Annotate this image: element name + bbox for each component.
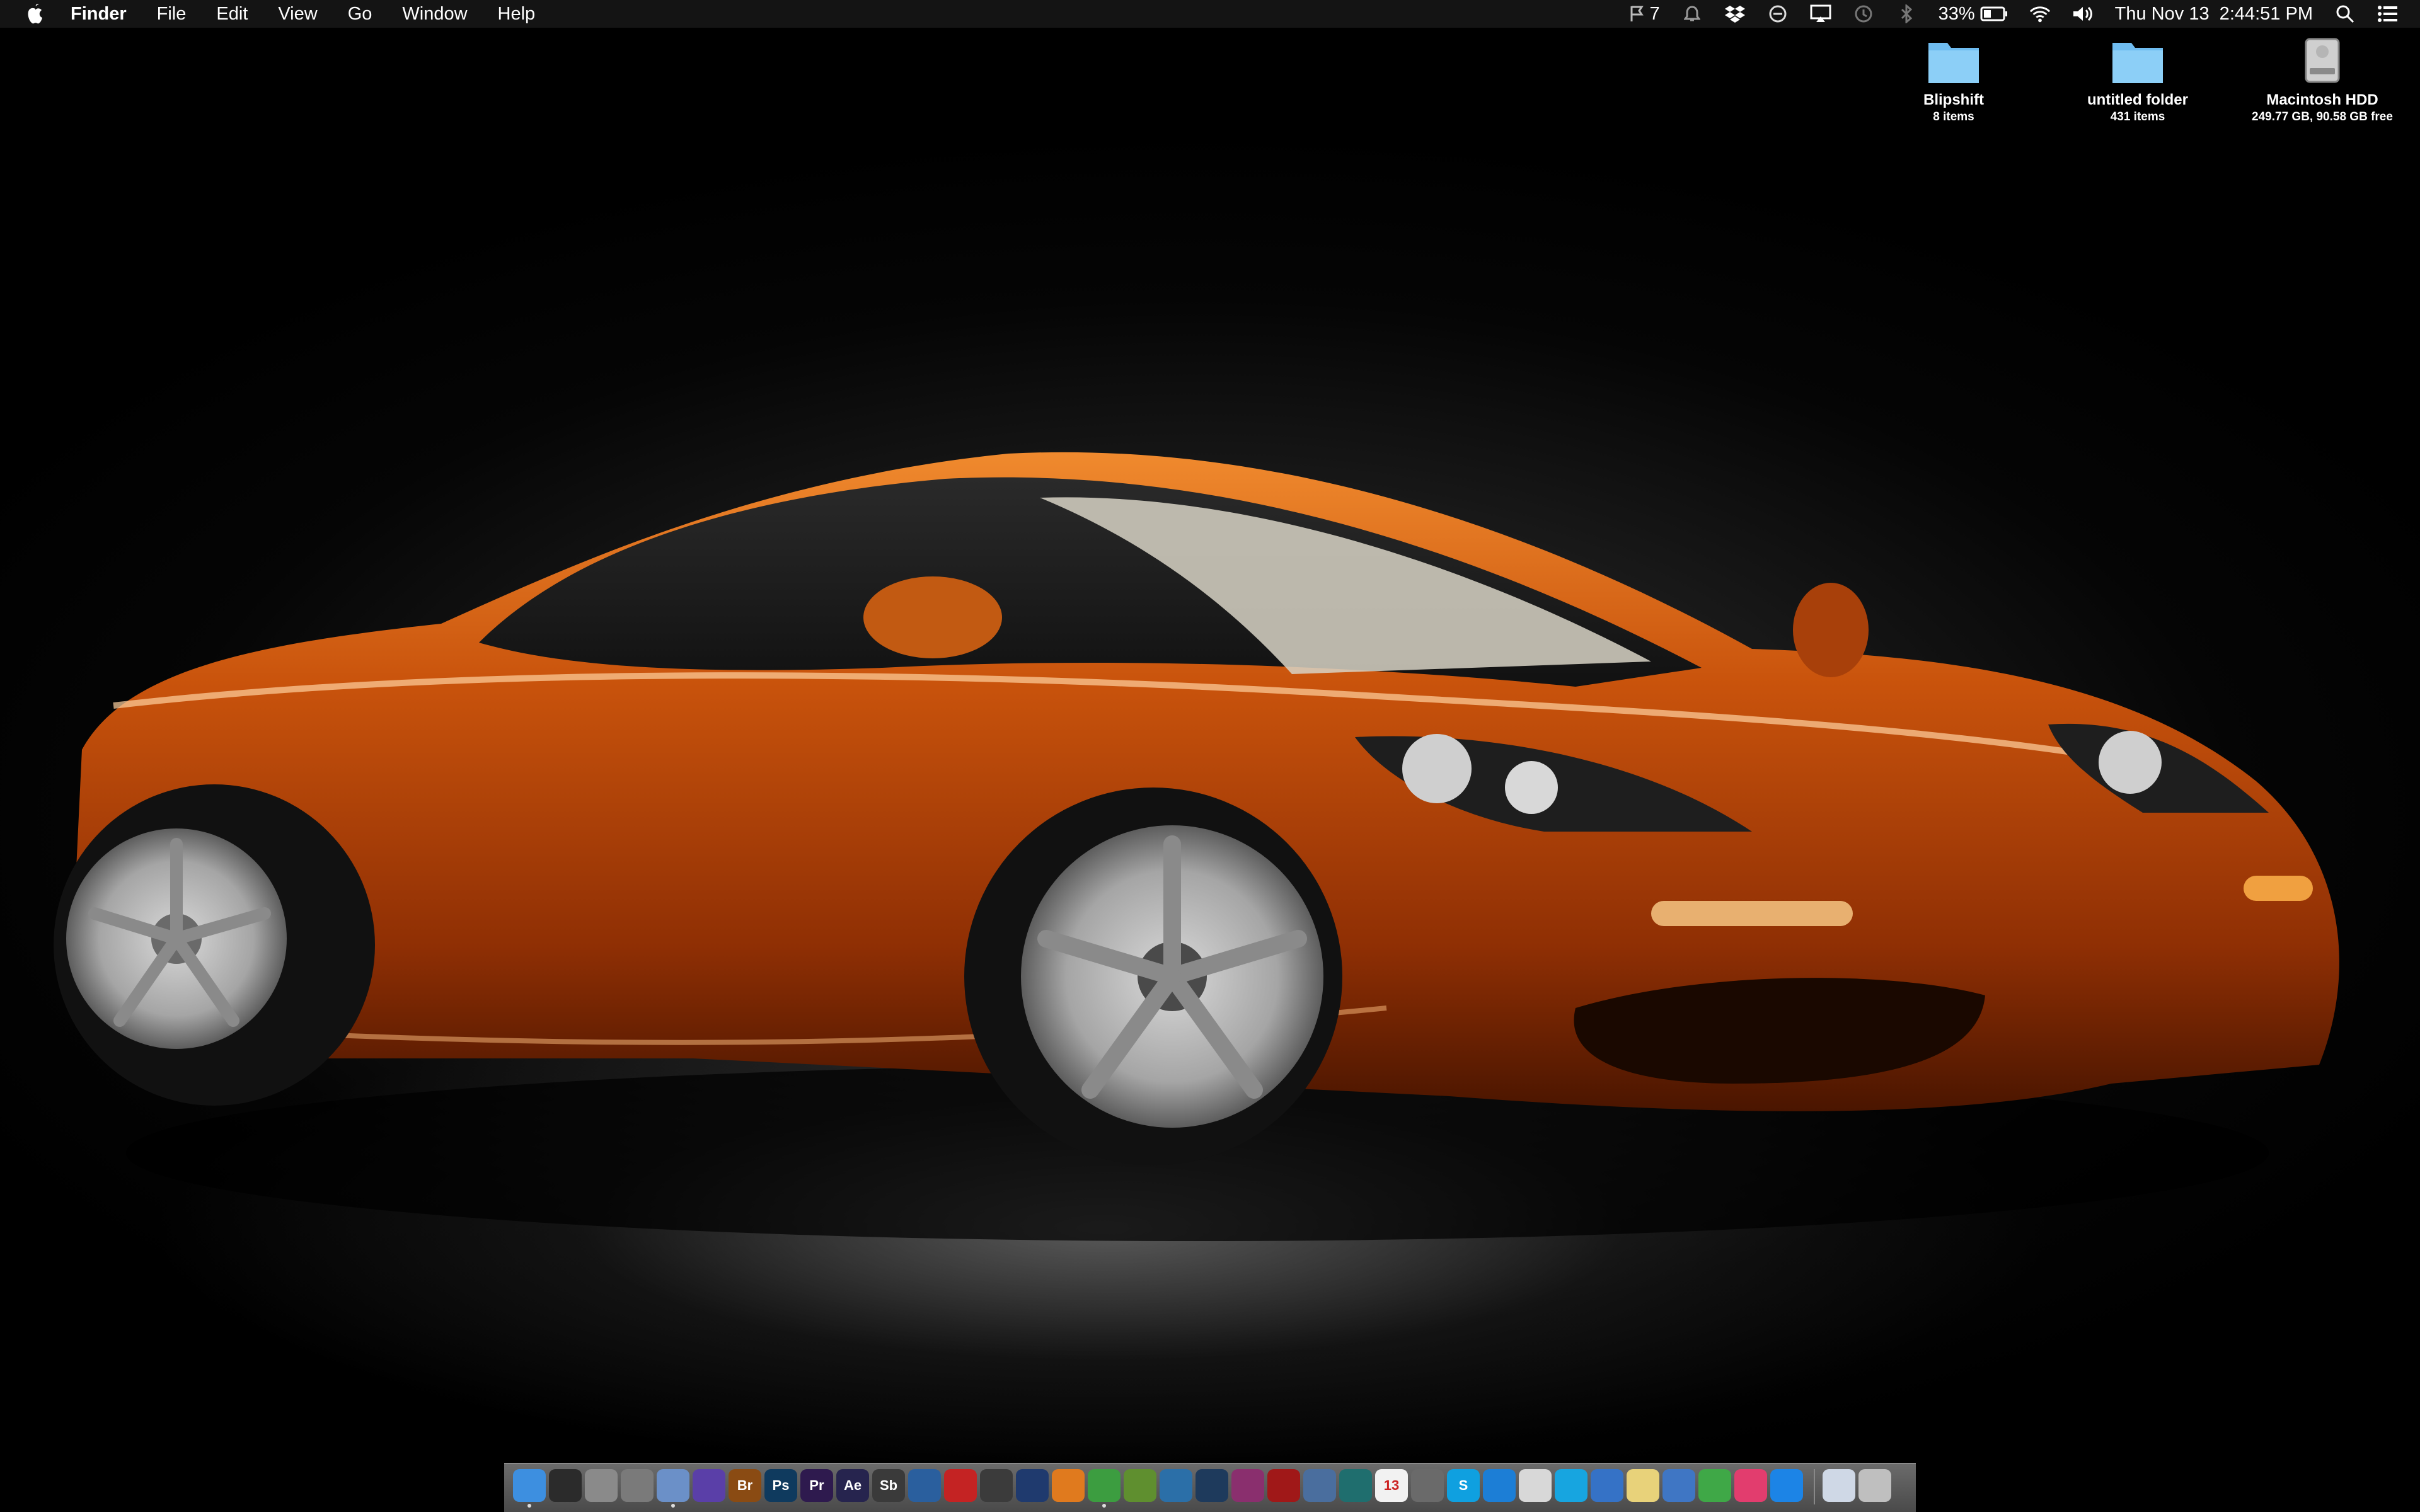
running-indicator	[527, 1504, 531, 1508]
menu-view[interactable]: View	[278, 4, 317, 25]
desktop-icon-info: 8 items	[1933, 110, 1974, 123]
flag-icon	[1630, 6, 1644, 21]
dock-app-photo[interactable]	[1411, 1469, 1444, 1502]
airplay-icon[interactable]	[1810, 3, 1831, 25]
dock-app-adobe-soundbooth[interactable]: Sb	[872, 1469, 905, 1502]
dock-app-app-2[interactable]	[1555, 1469, 1587, 1502]
dock-separator	[1814, 1469, 1815, 1504]
wallpaper-sports-car	[54, 452, 2339, 1241]
running-indicator	[671, 1504, 675, 1508]
bluetooth-icon[interactable]	[1896, 3, 1917, 25]
sync-icon[interactable]	[1767, 3, 1789, 25]
battery-status[interactable]: 33%	[1939, 4, 2008, 25]
dock-apps: Br Ps Pr Ae Sb 13 S	[513, 1469, 1907, 1508]
dock-app-label: Ae	[843, 1477, 862, 1493]
menu-file[interactable]: File	[157, 4, 187, 25]
dock-app-chrome[interactable]	[1088, 1469, 1121, 1508]
time-machine-icon[interactable]	[1853, 3, 1874, 25]
dock-app-app-1[interactable]	[1519, 1469, 1552, 1502]
desktop-icon-name: Blipshift	[1923, 91, 1984, 108]
wifi-icon[interactable]	[2029, 3, 2051, 25]
dock-app-imovie[interactable]	[693, 1469, 725, 1502]
dock-documents[interactable]	[1823, 1469, 1855, 1502]
clock[interactable]: Thu Nov 13 2:44:51 PM	[2115, 4, 2313, 25]
folder-icon	[2112, 43, 2163, 83]
dock-app-adobe-photoshop[interactable]: Ps	[764, 1469, 797, 1502]
menu-edit[interactable]: Edit	[216, 4, 248, 25]
dock-app-app-store[interactable]	[1770, 1469, 1803, 1502]
dock-app-autodesk[interactable]	[944, 1469, 977, 1502]
dock-app-label: S	[1458, 1477, 1468, 1493]
hard-drive-icon	[2305, 38, 2340, 83]
dock-app-system-preferences[interactable]	[621, 1469, 654, 1502]
dock-app-adobe-after-effects[interactable]: Ae	[836, 1469, 869, 1502]
status-notifications[interactable]: 7	[1629, 3, 1660, 25]
dock-app-calendar[interactable]: 13	[1375, 1469, 1408, 1502]
desktop-icon-info: 249.77 GB, 90.58 GB free	[2252, 110, 2393, 123]
desktop-folder-untitled[interactable]: untitled folder 431 items	[2056, 35, 2220, 125]
notification-center-icon[interactable]	[2377, 3, 2399, 25]
bell-icon[interactable]	[1681, 3, 1703, 25]
dock-app-itunes[interactable]	[1734, 1469, 1767, 1502]
desktop-folder-blipshift[interactable]: Blipshift 8 items	[1872, 35, 2036, 125]
dock-app-safari[interactable]	[1483, 1469, 1516, 1502]
menu-window[interactable]: Window	[402, 4, 467, 25]
dock-app-app-3[interactable]	[1591, 1469, 1623, 1502]
dock-app-label: Ps	[772, 1477, 790, 1493]
dock-trash[interactable]	[1858, 1469, 1891, 1502]
folder-icon	[1928, 43, 1979, 83]
desktop-icon-name: untitled folder	[2087, 91, 2188, 108]
dock-app-label: Pr	[809, 1477, 824, 1493]
dock-app-cinema-4d[interactable]	[1016, 1469, 1049, 1502]
desktop-drive-macintosh-hdd[interactable]: Macintosh HDD 249.77 GB, 90.58 GB free	[2240, 35, 2404, 125]
desktop-icon-info: 431 items	[2110, 110, 2165, 123]
dock-app-minecraft[interactable]	[1124, 1469, 1156, 1502]
volume-icon[interactable]	[2072, 3, 2094, 25]
dock-app-numbers[interactable]	[1698, 1469, 1731, 1502]
dock-app-launchpad[interactable]	[585, 1469, 618, 1502]
dock-app-mail[interactable]	[908, 1469, 941, 1502]
dock-app-game[interactable]	[1160, 1469, 1192, 1502]
dock-app-adobe-premiere[interactable]: Pr	[800, 1469, 833, 1502]
dock-app-game-5[interactable]	[1339, 1469, 1372, 1502]
dock: Br Ps Pr Ae Sb 13 S	[504, 1463, 1916, 1512]
menu-help[interactable]: Help	[498, 4, 536, 25]
dock-app-label: 13	[1383, 1477, 1400, 1493]
dock-app-keynote[interactable]	[1662, 1469, 1695, 1502]
dropbox-icon[interactable]	[1724, 3, 1746, 25]
dock-app-dashboard[interactable]	[549, 1469, 582, 1502]
dock-app-final-cut[interactable]	[980, 1469, 1013, 1502]
dock-app-preview[interactable]	[657, 1469, 689, 1508]
dock-app-notes[interactable]	[1627, 1469, 1659, 1502]
dock-app-blender[interactable]	[1052, 1469, 1085, 1502]
dock-app-adobe-bridge[interactable]: Br	[729, 1469, 761, 1502]
spotlight-search-icon[interactable]	[2334, 3, 2356, 25]
menu-app-name[interactable]: Finder	[71, 4, 127, 25]
dock-app-label: Sb	[879, 1477, 898, 1493]
menu-go[interactable]: Go	[348, 4, 372, 25]
running-indicator	[1102, 1504, 1106, 1508]
battery-percent: 33%	[1938, 3, 1975, 24]
dock-app-steam[interactable]	[1196, 1469, 1228, 1502]
battery-icon	[1980, 6, 2007, 21]
desktop-icon-name: Macintosh HDD	[2266, 91, 2378, 108]
dock-app-game-4[interactable]	[1303, 1469, 1336, 1502]
dock-app-label: Br	[737, 1477, 753, 1493]
dock-app-game-3[interactable]	[1267, 1469, 1300, 1502]
dock-app-skype[interactable]: S	[1447, 1469, 1480, 1502]
notification-count: 7	[1649, 3, 1660, 24]
menu-bar: Finder File Edit View Go Window Help 7 3…	[0, 0, 2420, 28]
dock-app-finder[interactable]	[513, 1469, 546, 1508]
apple-menu-icon[interactable]	[25, 3, 45, 25]
dock-app-game-2[interactable]	[1231, 1469, 1264, 1502]
